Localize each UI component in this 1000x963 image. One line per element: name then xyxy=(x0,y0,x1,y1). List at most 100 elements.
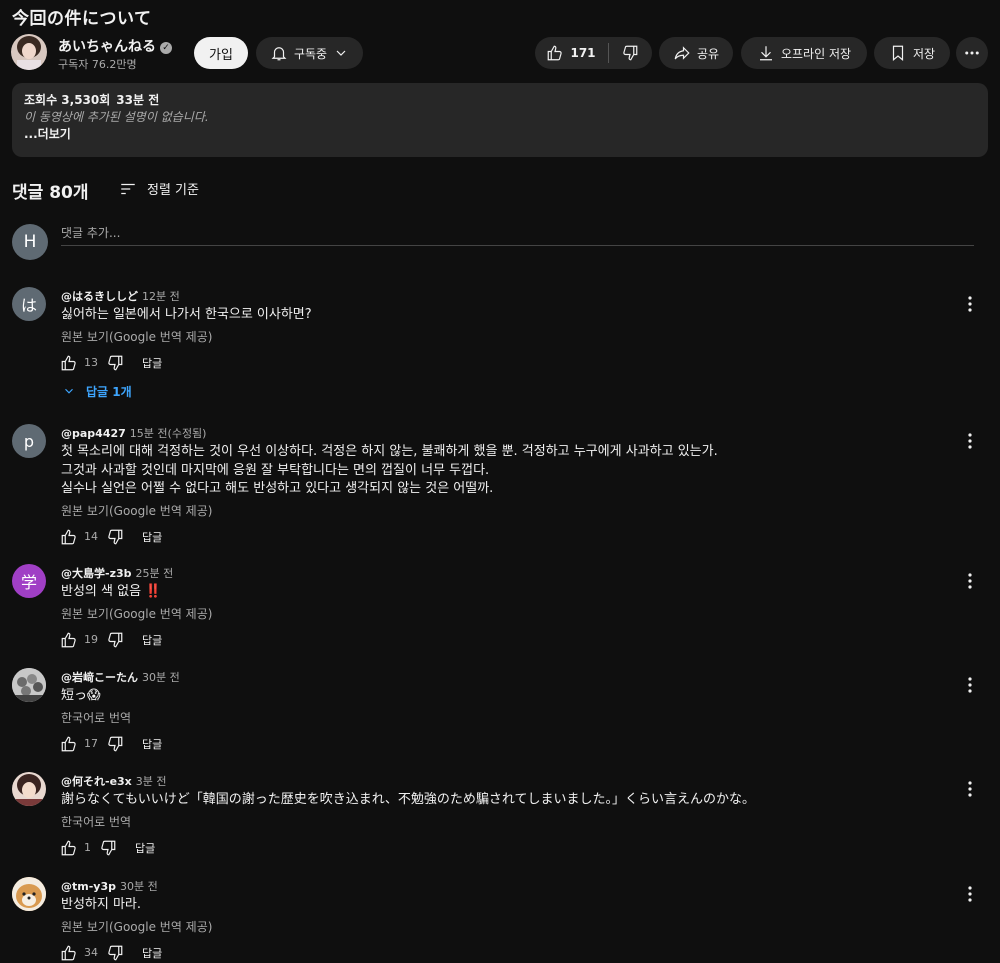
description-box[interactable]: 조회수 3,530회 33분 전 이 동영상에 추가된 설명이 없습니다. ...… xyxy=(12,83,988,157)
save-button[interactable]: 저장 xyxy=(874,37,950,69)
reply-button[interactable]: 답글 xyxy=(142,632,162,648)
share-label: 공유 xyxy=(696,46,720,61)
channel-name[interactable]: あいちゃんねる ✓ xyxy=(58,36,172,56)
thumbs-down-icon xyxy=(99,839,117,857)
comment-avatar[interactable]: 学 xyxy=(12,564,46,598)
translation-link[interactable]: 한국어로 번역 xyxy=(61,709,131,726)
comment-time[interactable]: 3분 전 xyxy=(136,775,167,788)
comment-dislike-button[interactable] xyxy=(106,944,124,962)
dislike-button[interactable] xyxy=(609,44,651,62)
comment-line: 短っ😱 xyxy=(61,688,101,703)
thumbs-up-icon xyxy=(60,944,78,962)
comment-author[interactable]: @pap4427 xyxy=(61,427,126,440)
upload-time: 33분 전 xyxy=(116,93,160,107)
comment-avatar[interactable] xyxy=(12,877,46,911)
comment-like-button[interactable] xyxy=(60,735,78,753)
comment-dislike-button[interactable] xyxy=(106,735,124,753)
comment-author[interactable]: @はるきししど xyxy=(61,290,138,303)
thumbs-down-icon xyxy=(106,631,124,649)
comment-time[interactable]: 30분 전 xyxy=(120,880,158,893)
description-meta: 조회수 3,530회 33분 전 xyxy=(24,92,976,109)
comment-menu-button[interactable] xyxy=(962,885,978,903)
comment-avatar[interactable] xyxy=(12,772,46,806)
comment-menu-button[interactable] xyxy=(962,432,978,450)
reply-button[interactable]: 답글 xyxy=(142,945,162,961)
more-vertical-icon xyxy=(962,432,978,450)
view-replies-button[interactable]: 답글 1개 xyxy=(62,383,132,400)
comment-actions: 13 답글 xyxy=(60,354,162,372)
comment-dislike-button[interactable] xyxy=(99,839,117,857)
video-title: 今回の件について xyxy=(12,9,152,29)
comment-menu-button[interactable] xyxy=(962,780,978,798)
comment-actions: 19 답글 xyxy=(60,631,162,649)
comment-like-button[interactable] xyxy=(60,944,78,962)
comment-like-count: 34 xyxy=(84,946,98,959)
avatar-initial: は xyxy=(20,296,37,315)
comment-dislike-button[interactable] xyxy=(106,631,124,649)
reply-button[interactable]: 답글 xyxy=(142,529,162,545)
comment-time[interactable]: 12분 전 xyxy=(142,290,180,303)
reply-button[interactable]: 답글 xyxy=(142,736,162,752)
more-actions-button[interactable] xyxy=(956,37,988,69)
translation-link[interactable]: 원본 보기(Google 번역 제공) xyxy=(61,502,212,519)
subscriber-count: 구독자 76.2만명 xyxy=(58,58,137,71)
comment-menu-button[interactable] xyxy=(962,295,978,313)
comment-text: 반성의 색 없음 ‼️ xyxy=(61,583,161,602)
subscribed-button[interactable]: 구독중 xyxy=(256,37,363,69)
comment-text: 첫 목소리에 대해 걱정하는 것이 우선 이상하다. 걱정은 하지 않는, 불쾌… xyxy=(61,443,718,499)
comment-time[interactable]: 25분 전 xyxy=(136,567,174,580)
show-more-link[interactable]: ...더보기 xyxy=(24,126,976,143)
comment-author[interactable]: @何それ-e3x xyxy=(61,775,132,788)
sort-button[interactable]: 정렬 기준 xyxy=(119,179,199,198)
comment-line: 반성하지 마라. xyxy=(61,897,142,912)
translation-link[interactable]: 원본 보기(Google 번역 제공) xyxy=(61,918,212,935)
comment-author[interactable]: @岩﨑こーたん xyxy=(61,671,138,684)
comment-time[interactable]: 30분 전 xyxy=(142,671,180,684)
comment-like-count: 14 xyxy=(84,530,98,543)
avatar-initial: 学 xyxy=(20,573,37,592)
channel-avatar[interactable] xyxy=(11,34,47,70)
comment-like-button[interactable] xyxy=(60,631,78,649)
thumbs-up-icon xyxy=(60,631,78,649)
comment-like-button[interactable] xyxy=(60,528,78,546)
comment-like-button[interactable] xyxy=(60,354,78,372)
offline-save-button[interactable]: 오프라인 저장 xyxy=(741,37,867,69)
like-dislike-group: 171 xyxy=(535,37,652,69)
comment-avatar[interactable]: は xyxy=(12,287,46,321)
chevron-down-icon xyxy=(62,384,76,398)
like-button[interactable]: 171 xyxy=(536,43,609,63)
join-button[interactable]: 가입 xyxy=(194,37,248,69)
comment-time[interactable]: 15분 전(수정됨) xyxy=(130,427,207,440)
comment-author[interactable]: @大島学-z3b xyxy=(61,567,132,580)
reply-button[interactable]: 답글 xyxy=(142,355,162,371)
translation-link[interactable]: 원본 보기(Google 번역 제공) xyxy=(61,605,212,622)
comment-header: @大島学-z3b 25분 전 xyxy=(61,565,173,581)
view-count: 조회수 3,530회 xyxy=(24,93,111,107)
comment-avatar[interactable]: p xyxy=(12,424,46,458)
translation-link[interactable]: 원본 보기(Google 번역 제공) xyxy=(61,328,212,345)
comment-menu-button[interactable] xyxy=(962,572,978,590)
comment-text: 반성하지 마라. xyxy=(61,896,141,915)
comment-author[interactable]: @tm-y3p xyxy=(61,880,116,893)
translation-link[interactable]: 한국어로 번역 xyxy=(61,813,131,830)
comment-dislike-button[interactable] xyxy=(106,354,124,372)
user-avatar: H xyxy=(12,224,48,260)
reply-button[interactable]: 답글 xyxy=(135,840,155,856)
comment-dislike-button[interactable] xyxy=(106,528,124,546)
comment-like-count: 1 xyxy=(84,841,91,854)
more-vertical-icon xyxy=(962,295,978,313)
comment-menu-button[interactable] xyxy=(962,676,978,694)
channel-name-text[interactable]: あいちゃんねる xyxy=(58,39,156,55)
add-comment-input[interactable]: 댓글 추가... xyxy=(61,224,974,246)
download-icon xyxy=(757,44,775,62)
comment-text: 短っ😱 xyxy=(61,687,101,706)
comment-like-button[interactable] xyxy=(60,839,78,857)
more-vertical-icon xyxy=(962,676,978,694)
comment-line: 실수나 실언은 어쩔 수 없다고 해도 반성하고 있다고 생각되지 않는 것은 … xyxy=(61,481,494,496)
share-button[interactable]: 공유 xyxy=(659,37,733,69)
comment-actions: 17 답글 xyxy=(60,735,162,753)
thumbs-down-icon xyxy=(106,354,124,372)
comment-header: @何それ-e3x 3분 전 xyxy=(61,773,167,789)
subscribed-label: 구독중 xyxy=(293,46,328,61)
comment-avatar[interactable] xyxy=(12,668,46,702)
